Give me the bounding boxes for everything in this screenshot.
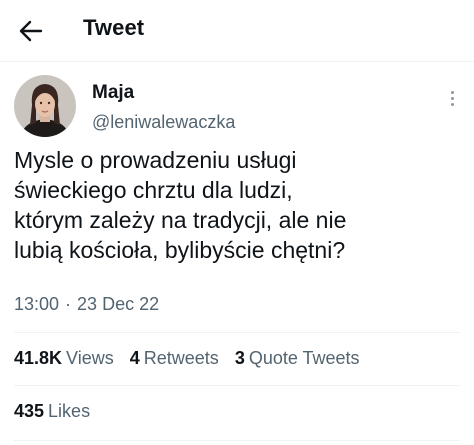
divider (14, 332, 460, 333)
views-label: Views (66, 348, 114, 368)
avatar[interactable] (14, 75, 76, 137)
tweet-time[interactable]: 13:00 (14, 294, 59, 314)
more-options-button[interactable] (442, 86, 462, 110)
back-button[interactable] (14, 17, 48, 45)
meta-separator: · (65, 294, 72, 314)
divider (14, 385, 460, 386)
tweet-stats: 41.8K Views 4 Retweets 3 Quote Tweets (14, 348, 376, 369)
views-stat[interactable]: 41.8K Views (14, 348, 114, 369)
quotes-count: 3 (234, 348, 245, 368)
views-count: 41.8K (14, 348, 63, 368)
divider (14, 440, 460, 441)
retweets-stat[interactable]: 4 Retweets (130, 348, 219, 369)
author-handle[interactable]: @leniwalewaczka (92, 112, 235, 133)
likes-count: 435 (14, 401, 45, 421)
quotes-label: Quote Tweets (248, 348, 360, 368)
author-name[interactable]: Maja (92, 82, 134, 104)
likes-label: Likes (48, 401, 91, 421)
tweet-meta: 13:00 · 23 Dec 22 (14, 294, 159, 315)
retweets-label: Retweets (143, 348, 219, 368)
tweet-text: Mysle o prowadzeniu usługi świeckiego ch… (14, 147, 347, 263)
quote-tweets-stat[interactable]: 3 Quote Tweets (235, 348, 360, 369)
retweets-count: 4 (129, 348, 140, 368)
more-dots-icon (450, 90, 454, 94)
likes-stat[interactable]: 435 Likes (14, 401, 90, 422)
page-title: Tweet (83, 15, 145, 40)
arrow-left-icon (19, 20, 43, 42)
header-divider (0, 61, 474, 62)
top-bar: Tweet (0, 0, 474, 62)
tweet-date[interactable]: 23 Dec 22 (77, 294, 159, 314)
profile-photo-icon (14, 75, 76, 137)
